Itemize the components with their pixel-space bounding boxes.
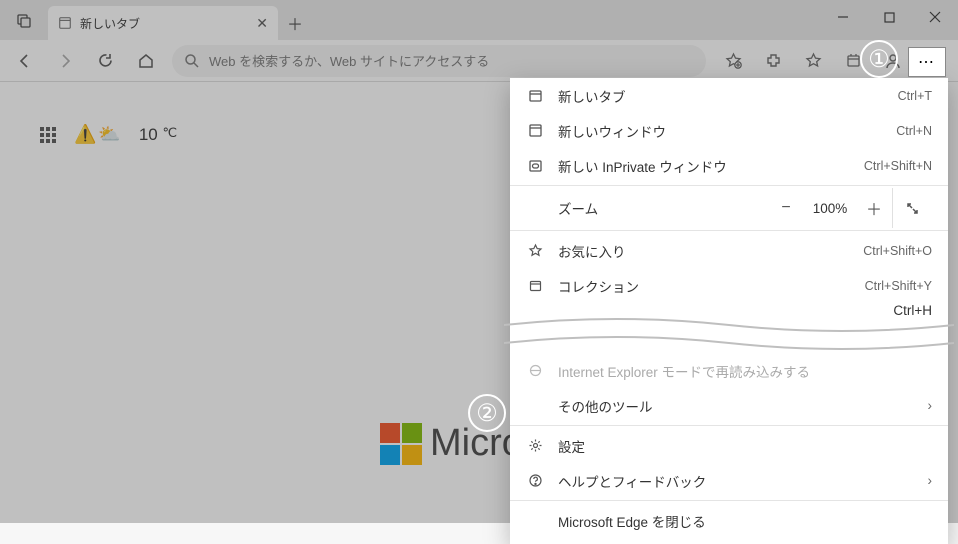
menu-favorites[interactable]: お気に入り Ctrl+Shift+O — [510, 233, 948, 268]
menu-zoom: ズーム − 100% ＋ — [510, 188, 948, 228]
annotation-badge-2: ② — [468, 394, 506, 432]
new-window-icon — [526, 123, 544, 138]
star-icon — [526, 243, 544, 258]
annotation-badge-1: ① — [860, 40, 898, 78]
help-icon — [526, 473, 544, 488]
settings-menu: 新しいタブ Ctrl+T 新しいウィンドウ Ctrl+N 新しい InPriva… — [510, 78, 948, 544]
menu-new-inprivate[interactable]: 新しい InPrivate ウィンドウ Ctrl+Shift+N — [510, 148, 948, 183]
menu-truncation — [510, 317, 948, 353]
chevron-right-icon: › — [928, 398, 933, 413]
chevron-right-icon: › — [928, 473, 933, 488]
menu-other-tools[interactable]: その他のツール › — [510, 388, 948, 423]
fullscreen-button[interactable] — [892, 188, 932, 228]
zoom-out-button[interactable]: − — [768, 199, 804, 217]
collections-menu-icon — [526, 278, 544, 293]
zoom-in-button[interactable]: ＋ — [856, 196, 892, 220]
ie-icon — [526, 363, 544, 378]
menu-close-edge[interactable]: Microsoft Edge を閉じる — [510, 503, 948, 538]
menu-new-window[interactable]: 新しいウィンドウ Ctrl+N — [510, 113, 948, 148]
menu-collections[interactable]: コレクション Ctrl+Shift+Y — [510, 268, 948, 303]
gear-icon — [526, 438, 544, 453]
menu-settings[interactable]: 設定 — [510, 428, 948, 463]
more-button-active[interactable]: ⋯ — [908, 47, 946, 77]
menu-help[interactable]: ヘルプとフィードバック › — [510, 463, 948, 498]
zoom-level: 100% — [804, 201, 856, 216]
truncated-shortcut: Ctrl+H — [893, 303, 932, 318]
menu-ie-mode: Internet Explorer モードで再読み込みする — [510, 353, 948, 388]
menu-new-tab[interactable]: 新しいタブ Ctrl+T — [510, 78, 948, 113]
inprivate-icon — [526, 158, 544, 173]
new-tab-icon — [526, 88, 544, 103]
